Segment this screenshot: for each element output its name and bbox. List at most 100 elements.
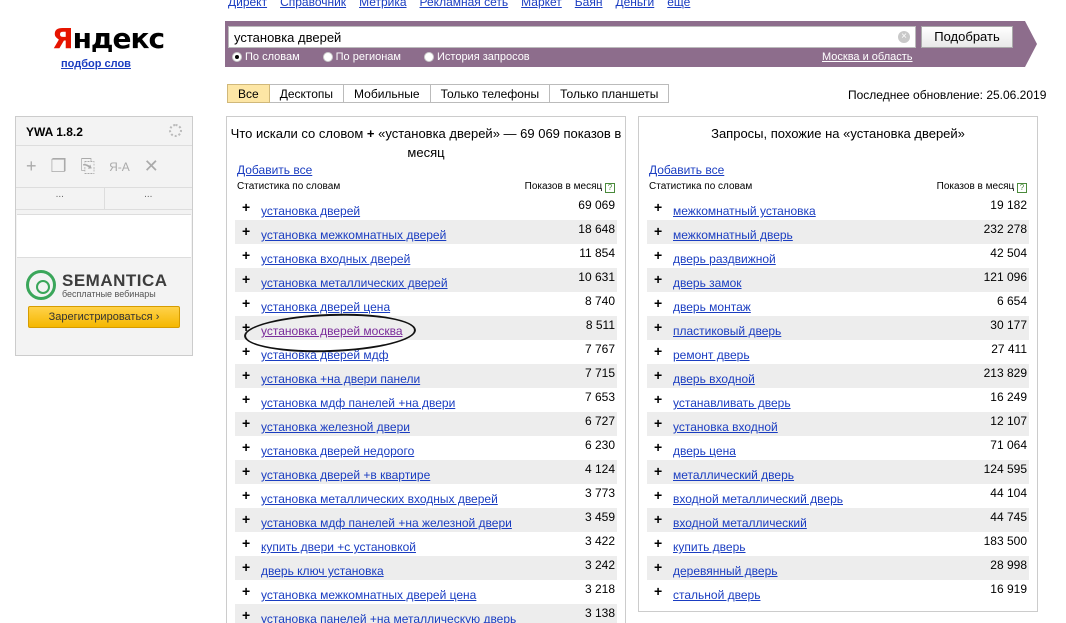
add-keyword-plus-icon[interactable]: + — [242, 559, 250, 575]
keyword-link[interactable]: межкомнатный установка — [673, 204, 816, 218]
add-keyword-plus-icon[interactable]: + — [654, 511, 662, 527]
add-keyword-plus-icon[interactable]: + — [654, 199, 662, 215]
add-keyword-plus-icon[interactable]: + — [242, 247, 250, 263]
keyword-link[interactable]: входной металлический дверь — [673, 492, 843, 506]
radio-by-regions[interactable]: По регионам — [322, 51, 401, 63]
add-keyword-plus-icon[interactable]: + — [654, 223, 662, 239]
ywa-dots-right[interactable]: ... — [105, 188, 193, 209]
keyword-link[interactable]: установка входных дверей — [261, 252, 410, 266]
tab-tablets[interactable]: Только планшеты — [550, 84, 670, 103]
add-keyword-plus-icon[interactable]: + — [654, 295, 662, 311]
add-keyword-plus-icon[interactable]: + — [242, 343, 250, 359]
add-keyword-plus-icon[interactable]: + — [654, 271, 662, 287]
keyword-link[interactable]: дверь замок — [673, 276, 742, 290]
keyword-link[interactable]: устанавливать дверь — [673, 396, 791, 410]
keyword-link[interactable]: дверь цена — [673, 444, 736, 458]
clear-icon[interactable]: × — [898, 31, 910, 43]
top-nav-link[interactable]: Деньги — [615, 0, 654, 9]
keyword-link[interactable]: установка дверей мдф — [261, 348, 389, 362]
tab-desktops[interactable]: Десктопы — [269, 84, 345, 103]
top-nav-link[interactable]: Справочник — [280, 0, 346, 9]
add-keyword-plus-icon[interactable]: + — [654, 367, 662, 383]
keyword-link[interactable]: установка входной — [673, 420, 778, 434]
keyword-link[interactable]: дверь ключ установка — [261, 564, 384, 578]
yandex-logo[interactable]: Яндекс — [52, 22, 165, 55]
add-keyword-plus-icon[interactable]: + — [242, 295, 250, 311]
add-keyword-plus-icon[interactable]: + — [654, 535, 662, 551]
top-nav-link[interactable]: Рекламная сеть — [420, 0, 509, 9]
keyword-link[interactable]: входной металлический — [673, 516, 807, 530]
help-icon[interactable]: ? — [1017, 183, 1027, 193]
add-keyword-plus-icon[interactable]: + — [242, 415, 250, 431]
add-keyword-plus-icon[interactable]: + — [654, 439, 662, 455]
keyword-link[interactable]: установка металлических дверей — [261, 276, 448, 290]
tab-all[interactable]: Все — [227, 84, 270, 103]
add-keyword-plus-icon[interactable]: + — [242, 367, 250, 383]
keyword-link[interactable]: установка мдф панелей +на железной двери — [261, 516, 512, 530]
keyword-link[interactable]: установка дверей цена — [261, 300, 390, 314]
add-keyword-plus-icon[interactable]: + — [242, 271, 250, 287]
add-keyword-plus-icon[interactable]: + — [654, 559, 662, 575]
top-nav-link[interactable]: Метрика — [359, 0, 406, 9]
copy-icon[interactable]: ❐ — [51, 156, 67, 177]
keyword-link[interactable]: установка панелей +на металлическую двер… — [261, 612, 516, 623]
keyword-link[interactable]: установка дверей — [261, 204, 360, 218]
keyword-link[interactable]: установка железной двери — [261, 420, 410, 434]
add-keyword-plus-icon[interactable]: + — [654, 319, 662, 335]
keyword-link[interactable]: деревянный дверь — [673, 564, 778, 578]
add-keyword-plus-icon[interactable]: + — [654, 391, 662, 407]
keyword-link[interactable]: установка дверей недорого — [261, 444, 414, 458]
add-keyword-plus-icon[interactable]: + — [654, 583, 662, 599]
keyword-link[interactable]: купить дверь — [673, 540, 746, 554]
add-keyword-plus-icon[interactable]: + — [242, 199, 250, 215]
keyword-link[interactable]: установка +на двери панели — [261, 372, 420, 386]
add-keyword-plus-icon[interactable]: + — [242, 487, 250, 503]
add-keyword-plus-icon[interactable]: + — [242, 511, 250, 527]
add-keyword-plus-icon[interactable]: + — [242, 607, 250, 623]
add-keyword-plus-icon[interactable]: + — [242, 583, 250, 599]
add-keyword-plus-icon[interactable]: + — [654, 343, 662, 359]
semantica-banner[interactable]: SEMANTICA бесплатные вебинары — [16, 262, 192, 300]
keyword-link[interactable]: установка дверей +в квартире — [261, 468, 430, 482]
register-button[interactable]: Зарегистрироваться › — [28, 306, 180, 328]
keyword-link[interactable]: пластиковый дверь — [673, 324, 781, 338]
add-all-link[interactable]: Добавить все — [237, 163, 312, 177]
keyword-link[interactable]: металлический дверь — [673, 468, 794, 482]
add-keyword-plus-icon[interactable]: + — [654, 247, 662, 263]
keyword-link[interactable]: ремонт дверь — [673, 348, 750, 362]
plus-icon[interactable]: + — [26, 156, 37, 177]
radio-history[interactable]: История запросов — [424, 51, 530, 63]
top-nav-link[interactable]: Директ — [228, 0, 267, 9]
add-keyword-plus-icon[interactable]: + — [242, 535, 250, 551]
tab-mobile[interactable]: Мобильные — [344, 84, 431, 103]
add-keyword-plus-icon[interactable]: + — [242, 223, 250, 239]
tab-phones[interactable]: Только телефоны — [430, 84, 551, 103]
add-keyword-plus-icon[interactable]: + — [242, 391, 250, 407]
keyword-link[interactable]: установка дверей москва — [261, 324, 403, 338]
keyword-link[interactable]: установка межкомнатных дверей — [261, 228, 446, 242]
search-input[interactable]: установка дверей — [228, 26, 916, 48]
keyword-link[interactable]: дверь монтаж — [673, 300, 751, 314]
keyword-link[interactable]: межкомнатный дверь — [673, 228, 793, 242]
add-keyword-plus-icon[interactable]: + — [242, 319, 250, 335]
ywa-dots-left[interactable]: ... — [16, 188, 105, 209]
keyword-link[interactable]: установка мдф панелей +на двери — [261, 396, 455, 410]
add-keyword-plus-icon[interactable]: + — [654, 487, 662, 503]
sort-icon[interactable]: Я-А — [109, 160, 130, 174]
add-keyword-plus-icon[interactable]: + — [654, 415, 662, 431]
radio-by-words[interactable]: По словам — [232, 51, 300, 63]
keyword-link[interactable]: дверь раздвижной — [673, 252, 776, 266]
region-link[interactable]: Москва и область — [822, 51, 913, 63]
close-icon[interactable]: ✕ — [144, 156, 159, 177]
logo-subtitle-link[interactable]: подбор слов — [61, 58, 131, 70]
keyword-link[interactable]: установка межкомнатных дверей цена — [261, 588, 476, 602]
top-nav-link[interactable]: Маркет — [521, 0, 562, 9]
add-keyword-plus-icon[interactable]: + — [242, 439, 250, 455]
top-nav-link[interactable]: еще — [667, 0, 690, 9]
keyword-link[interactable]: установка металлических входных дверей — [261, 492, 498, 506]
keyword-link[interactable]: стальной дверь — [673, 588, 760, 602]
add-keyword-plus-icon[interactable]: + — [242, 463, 250, 479]
add-keyword-plus-icon[interactable]: + — [654, 463, 662, 479]
help-icon[interactable]: ? — [605, 183, 615, 193]
keyword-link[interactable]: дверь входной — [673, 372, 755, 386]
